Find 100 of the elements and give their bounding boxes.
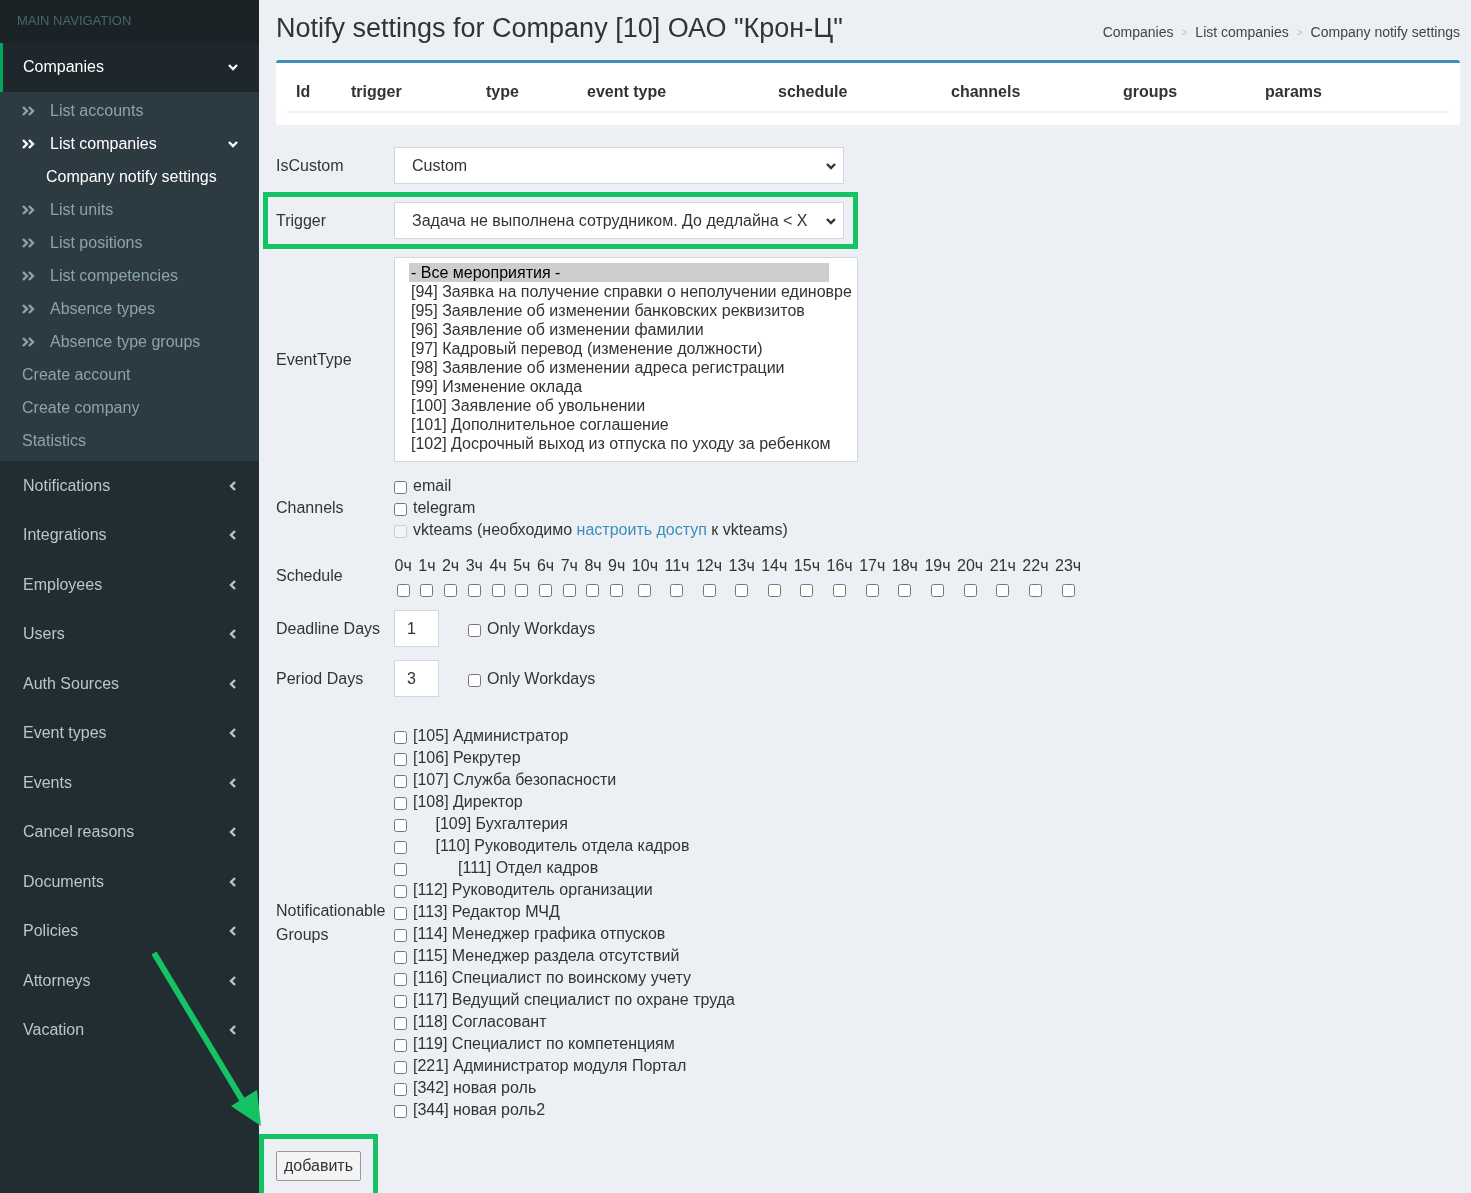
submenu-item[interactable]: List companies [0, 127, 259, 160]
checkbox[interactable] [394, 863, 407, 877]
checkbox[interactable] [394, 1083, 407, 1097]
listbox-option[interactable]: [100] Заявление об увольнении [409, 396, 829, 416]
breadcrumb-current[interactable]: Company notify settings [1310, 22, 1460, 43]
checkbox[interactable] [586, 584, 600, 598]
checkbox[interactable] [394, 951, 407, 965]
checkbox[interactable] [394, 907, 407, 921]
submenu-item[interactable]: Create account [0, 358, 259, 391]
hour-label: 9ч [608, 556, 626, 577]
checkbox[interactable] [515, 584, 529, 598]
listbox-option[interactable]: [98] Заявление об изменении адреса регистрации [409, 358, 829, 378]
checkbox[interactable] [394, 1061, 407, 1075]
checkbox[interactable] [394, 1039, 407, 1053]
double-chevron-icon [22, 137, 36, 150]
submenu-item[interactable]: List competencies [0, 259, 259, 292]
checkbox[interactable] [394, 929, 407, 943]
checkbox[interactable] [1028, 584, 1042, 598]
checkbox[interactable] [468, 623, 481, 637]
listbox-option[interactable]: [101] Дополнительное соглашение [409, 415, 829, 435]
checkbox[interactable] [396, 584, 410, 598]
checkbox[interactable] [468, 673, 481, 687]
group-label: [112] Руководитель организации [413, 880, 653, 901]
listbox-option[interactable]: [96] Заявление об изменении фамилии [409, 320, 829, 340]
sidebar-item[interactable]: Events [0, 758, 259, 808]
submenu-item[interactable]: Absence types [0, 292, 259, 325]
hour-label: 23ч [1055, 556, 1082, 577]
checkbox[interactable] [670, 584, 684, 598]
checkbox[interactable] [800, 584, 814, 598]
checkbox[interactable] [702, 584, 716, 598]
sidebar-item[interactable]: Event types [0, 708, 259, 758]
sidebar-item[interactable]: Policies [0, 906, 259, 956]
listbox-field[interactable] [394, 257, 858, 463]
breadcrumb-link[interactable]: Companies [1102, 22, 1174, 43]
checkbox[interactable] [767, 584, 781, 598]
listbox-option[interactable]: [94] Заявка на получение справки о неполучении единовре [409, 282, 852, 302]
submenu-item[interactable]: Absence type groups [0, 325, 259, 358]
submenu-item[interactable]: Statistics [0, 424, 259, 457]
checkbox[interactable] [394, 775, 407, 789]
submenu-item[interactable]: List units [0, 193, 259, 226]
checkbox[interactable] [963, 584, 977, 598]
number-field[interactable]: 3 [394, 660, 439, 698]
hour-label: 21ч [989, 556, 1016, 577]
checkbox[interactable] [539, 584, 552, 598]
sidebar-item[interactable]: Auth Sources [0, 659, 259, 709]
chevron-left-icon [227, 974, 239, 987]
submenu-item[interactable]: List positions [0, 226, 259, 259]
sidebar-item[interactable]: Documents [0, 857, 259, 907]
checkbox[interactable] [420, 584, 434, 598]
select-field[interactable]: Custom [394, 147, 844, 185]
checkbox[interactable] [394, 753, 407, 767]
sidebar-item[interactable]: Attorneys [0, 956, 259, 1006]
checkbox[interactable] [394, 973, 407, 987]
checkbox[interactable] [735, 584, 749, 598]
breadcrumb-link[interactable]: List companies [1195, 22, 1289, 43]
checkbox[interactable] [394, 819, 407, 833]
channel-label: vkteams (необходимо настроить доступ к vkteams) [413, 520, 788, 541]
checkbox[interactable] [562, 584, 576, 598]
listbox-option[interactable]: [95] Заявление об изменении банковских реквизитов [409, 301, 829, 321]
checkbox[interactable] [394, 885, 407, 899]
number-field[interactable]: 1 [394, 610, 439, 648]
sidebar-item[interactable]: Companies [0, 42, 259, 92]
sidebar-item[interactable]: Vacation [0, 1005, 259, 1055]
checkbox[interactable] [394, 995, 407, 1009]
column-header: Id [295, 82, 312, 103]
checkbox[interactable] [898, 584, 912, 598]
group-label: [344] новая роль2 [413, 1100, 546, 1121]
chevron-left-icon [227, 677, 239, 690]
checkbox[interactable] [931, 584, 944, 598]
checkbox[interactable] [394, 1105, 407, 1119]
checkbox[interactable] [638, 584, 652, 598]
sidebar-item[interactable]: Notifications [0, 461, 259, 511]
checkbox[interactable] [491, 584, 505, 598]
checkbox[interactable] [394, 841, 407, 855]
listbox-option[interactable]: [97] Кадровый перевод (изменение должности) [409, 339, 829, 359]
sidebar-item[interactable]: Employees [0, 560, 259, 610]
submenu-item[interactable]: Create company [0, 391, 259, 424]
checkbox[interactable] [394, 731, 407, 745]
listbox-option[interactable]: - Все мероприятия - [409, 263, 829, 283]
checkbox[interactable] [467, 584, 481, 598]
listbox-option[interactable]: [99] Изменение оклада [409, 377, 829, 397]
submenu-item[interactable]: List accounts [0, 94, 259, 127]
select-field[interactable]: Задача не выполнена сотрудником. До дедлайна < X [394, 202, 844, 240]
checkbox[interactable] [865, 584, 879, 598]
checkbox[interactable] [444, 584, 458, 598]
checkbox[interactable] [1061, 584, 1075, 598]
add-button[interactable]: добавить [276, 1151, 362, 1182]
checkbox[interactable] [996, 584, 1010, 598]
listbox-option[interactable]: [102] Досрочный выход из отпуска по уходу за ребенком [409, 434, 831, 454]
sidebar-item[interactable]: Integrations [0, 510, 259, 560]
checkbox[interactable] [610, 584, 624, 598]
sidebar-item[interactable]: Users [0, 609, 259, 659]
checkbox[interactable] [833, 584, 847, 598]
checkbox[interactable] [394, 503, 407, 517]
sidebar-item[interactable]: Cancel reasons [0, 807, 259, 857]
submenu-item[interactable]: Company notify settings [0, 160, 259, 193]
checkbox[interactable] [394, 481, 407, 495]
checkbox[interactable] [394, 1017, 407, 1031]
checkbox[interactable] [394, 797, 407, 811]
chevron-left-icon [227, 925, 239, 938]
